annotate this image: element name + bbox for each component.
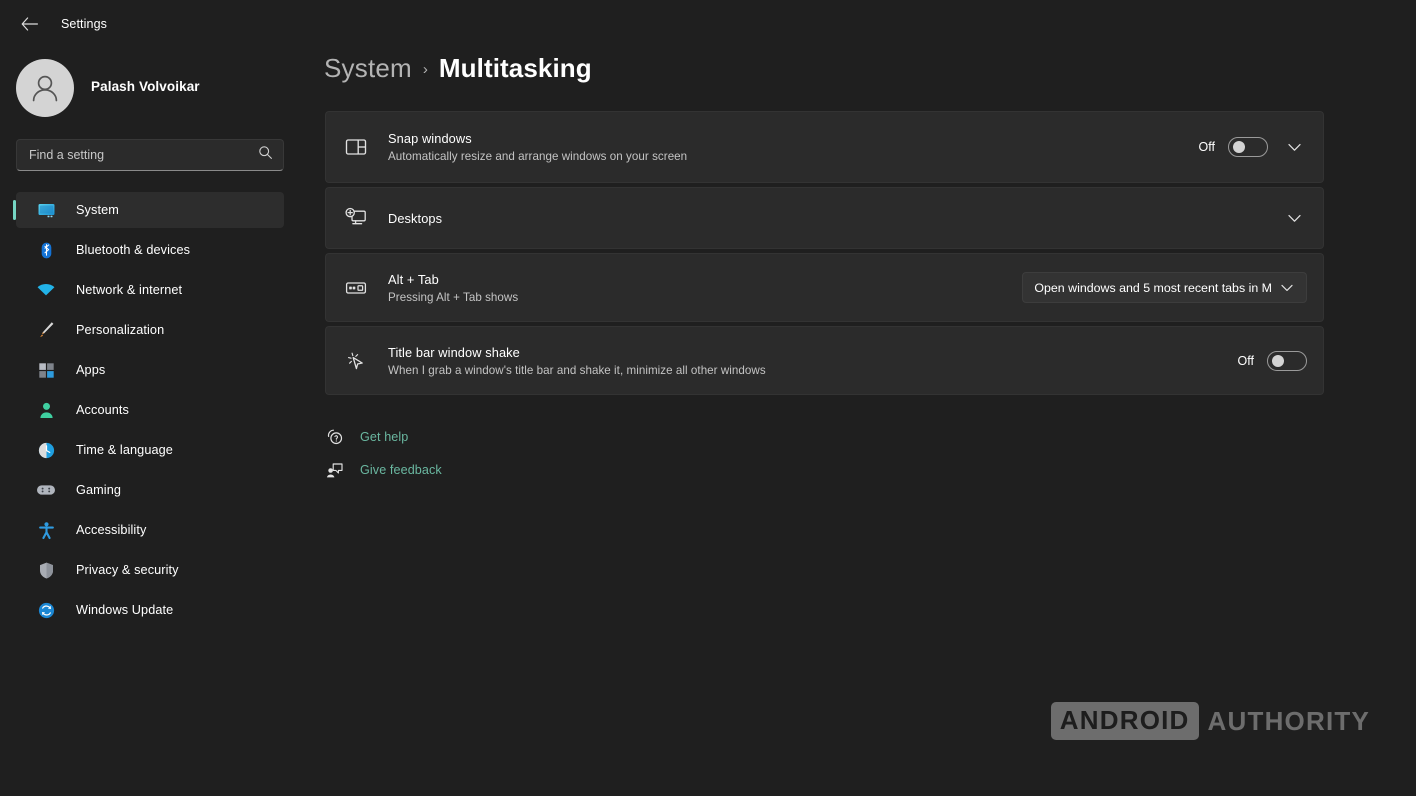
- sidebar-item-privacy-security[interactable]: Privacy & security: [16, 552, 284, 588]
- search-icon: [258, 145, 273, 165]
- sidebar-item-label: Bluetooth & devices: [76, 243, 191, 257]
- gamepad-icon: [36, 480, 56, 500]
- setting-title: Desktops: [388, 210, 443, 226]
- virtual-desktop-icon: [343, 205, 369, 231]
- chevron-down-icon[interactable]: [1281, 134, 1307, 160]
- watermark: ANDROID AUTHORITY: [1050, 702, 1370, 740]
- search-input[interactable]: [29, 148, 252, 162]
- sidebar-item-label: Accessibility: [76, 523, 147, 537]
- link-label: Give feedback: [360, 462, 442, 477]
- back-button[interactable]: [12, 9, 46, 39]
- title-bar-shake-toggle[interactable]: [1267, 350, 1307, 371]
- toggle-state-label: Off: [1237, 353, 1254, 368]
- shield-icon: [36, 560, 56, 580]
- alt-tab-icon: [343, 275, 369, 301]
- setting-row-snap-windows[interactable]: Snap windows Automatically resize and ar…: [325, 111, 1324, 183]
- toggle-knob: [1233, 141, 1245, 153]
- setting-row-title-bar-window-shake[interactable]: Title bar window shake When I grab a win…: [325, 326, 1324, 395]
- monitor-icon: [36, 200, 56, 220]
- breadcrumb-separator: ›: [422, 61, 428, 78]
- account-entry[interactable]: Palash Volvoikar: [16, 56, 300, 120]
- sidebar-item-windows-update[interactable]: Windows Update: [16, 592, 284, 628]
- sidebar-item-label: System: [76, 203, 119, 217]
- person-icon: [36, 400, 56, 420]
- sidebar-item-network-internet[interactable]: Network & internet: [16, 272, 284, 308]
- sidebar-item-label: Gaming: [76, 483, 122, 497]
- sidebar-item-label: Personalization: [76, 323, 165, 337]
- sidebar-item-label: Apps: [76, 363, 106, 377]
- sidebar-item-label: Network & internet: [76, 283, 183, 297]
- setting-title: Snap windows: [388, 131, 472, 146]
- toggle-knob: [1272, 354, 1284, 367]
- sidebar-item-accounts[interactable]: Accounts: [16, 392, 284, 428]
- setting-title: Alt + Tab: [388, 271, 439, 287]
- give-feedback-link[interactable]: Give feedback: [325, 456, 525, 483]
- setting-subtitle: Pressing Alt + Tab shows: [388, 290, 519, 304]
- sidebar-item-label: Accounts: [76, 403, 129, 417]
- back-arrow-icon: [21, 17, 38, 31]
- setting-title: Title bar window shake: [388, 344, 520, 360]
- setting-controls: Open windows and 5 most recent tabs in M: [1022, 272, 1307, 303]
- sidebar: Palash Volvoikar Find a setting System B…: [0, 48, 300, 796]
- link-label: Get help: [360, 429, 409, 444]
- wifi-icon: [36, 280, 56, 300]
- main-content: System › Multitasking Snap windows Autom…: [300, 48, 1416, 796]
- cursor-shake-icon: [343, 348, 369, 374]
- update-refresh-icon: [36, 600, 56, 620]
- setting-text: Snap windows Automatically resize and ar…: [388, 131, 1199, 163]
- chevron-down-icon[interactable]: [1281, 205, 1307, 231]
- bluetooth-icon: [36, 240, 56, 260]
- feedback-icon: [325, 460, 345, 480]
- get-help-link[interactable]: Get help: [325, 423, 525, 450]
- sidebar-item-apps[interactable]: Apps: [16, 352, 284, 388]
- sidebar-item-label: Time & language: [76, 443, 173, 457]
- setting-subtitle: When I grab a window's title bar and sha…: [388, 363, 766, 377]
- sidebar-item-gaming[interactable]: Gaming: [16, 472, 284, 508]
- setting-row-desktops[interactable]: Desktops: [325, 187, 1324, 249]
- setting-controls: [1281, 205, 1307, 231]
- setting-text: Alt + Tab Pressing Alt + Tab shows: [388, 272, 1022, 304]
- footer-links: Get help Give feedback: [325, 423, 1416, 483]
- sidebar-nav: System Bluetooth & devices Network & int…: [0, 192, 300, 628]
- window-title: Settings: [61, 17, 107, 31]
- sidebar-item-personalization[interactable]: Personalization: [16, 312, 284, 348]
- snap-windows-toggle[interactable]: [1228, 137, 1268, 157]
- setting-controls: Off: [1237, 350, 1307, 371]
- setting-text: Desktops: [388, 211, 1281, 226]
- user-avatar-icon: [32, 75, 58, 102]
- search-box[interactable]: [16, 139, 284, 171]
- clock-icon: [36, 440, 56, 460]
- settings-window: Settings Palash Volvoikar Find a setting…: [0, 0, 1416, 796]
- sidebar-item-system[interactable]: System: [13, 192, 284, 228]
- title-bar: Settings: [0, 0, 1416, 48]
- toggle-state-label: Off: [1198, 140, 1215, 154]
- setting-subtitle: Automatically resize and arrange windows…: [388, 150, 688, 163]
- sidebar-item-label: Windows Update: [76, 603, 174, 617]
- account-name: Palash Volvoikar: [91, 79, 200, 94]
- setting-controls: Off: [1199, 134, 1307, 160]
- setting-row-alt-tab[interactable]: Alt + Tab Pressing Alt + Tab shows Open …: [325, 253, 1324, 322]
- settings-list: Snap windows Automatically resize and ar…: [325, 111, 1324, 395]
- avatar: [16, 59, 74, 117]
- dropdown-value: Open windows and 5 most recent tabs in M: [1034, 280, 1272, 295]
- watermark-brand-text: AUTHORITY: [1207, 705, 1370, 736]
- page-title: Multitasking: [438, 53, 592, 83]
- sidebar-item-accessibility[interactable]: Accessibility: [16, 512, 284, 548]
- sidebar-item-bluetooth-devices[interactable]: Bluetooth & devices: [16, 232, 284, 268]
- alt-tab-dropdown[interactable]: Open windows and 5 most recent tabs in M: [1022, 272, 1307, 303]
- account-text: Palash Volvoikar: [91, 79, 200, 97]
- paintbrush-icon: [36, 320, 56, 340]
- setting-text: Title bar window shake When I grab a win…: [388, 345, 1238, 377]
- breadcrumb: System › Multitasking: [324, 53, 1416, 105]
- accessibility-icon: [36, 520, 56, 540]
- help-question-icon: [325, 427, 345, 447]
- breadcrumb-parent[interactable]: System: [324, 53, 412, 84]
- chevron-down-icon: [1276, 277, 1298, 299]
- apps-grid-icon: [36, 360, 56, 380]
- snap-layout-icon: [343, 134, 369, 160]
- watermark-brand-box: ANDROID: [1050, 702, 1199, 740]
- sidebar-item-label: Privacy & security: [76, 563, 179, 577]
- sidebar-item-time-language[interactable]: Time & language: [16, 432, 284, 468]
